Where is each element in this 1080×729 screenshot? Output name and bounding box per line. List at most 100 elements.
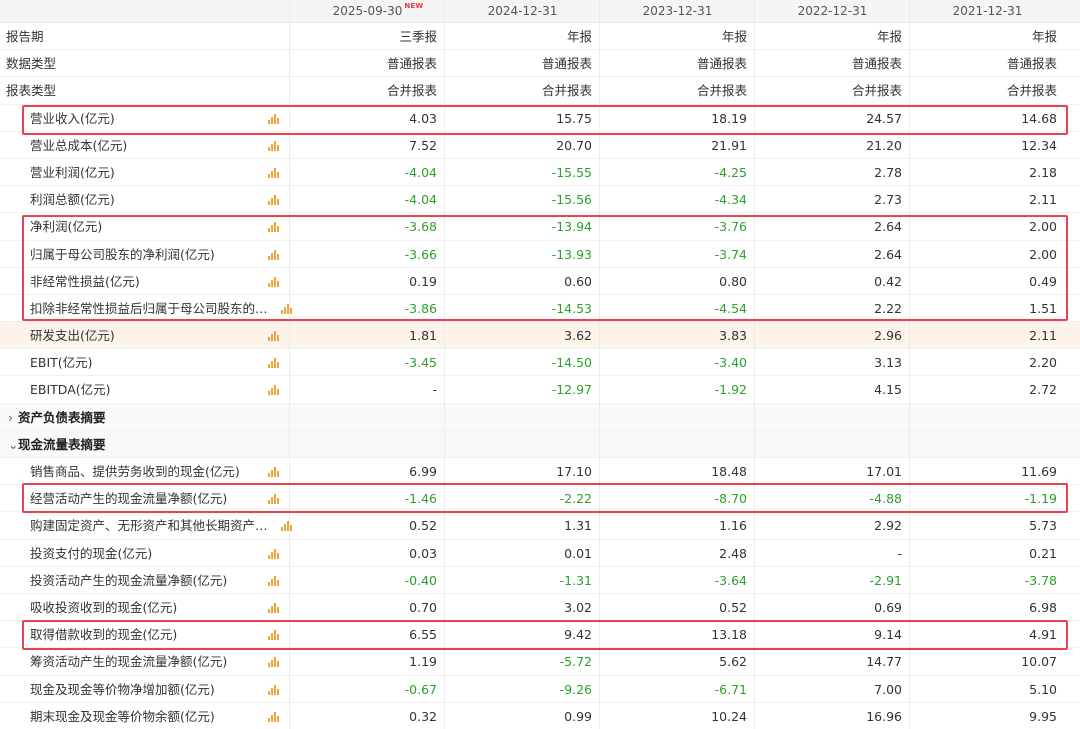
table-cell: 17.01 bbox=[866, 464, 902, 479]
table-row: 投资支付的现金(亿元) 0.03 0.01 2.48 - 0.21 bbox=[0, 540, 1080, 567]
table-cell: 21.20 bbox=[866, 137, 902, 153]
table-cell: -0.67 bbox=[404, 681, 437, 697]
bar-chart-icon[interactable] bbox=[268, 384, 280, 396]
table-cell: -3.74 bbox=[714, 246, 747, 262]
table-row: 营业利润(亿元) -4.04 -15.55 -4.25 2.78 2.18 bbox=[0, 159, 1080, 187]
table-cell: 10.24 bbox=[711, 708, 747, 724]
bar-chart-icon[interactable] bbox=[268, 276, 280, 287]
table-cell: 0.32 bbox=[409, 708, 437, 724]
row-label: 现金及现金等价物净增加额(亿元) bbox=[30, 681, 215, 697]
row-label: 营业收入(亿元) bbox=[30, 110, 115, 126]
table-cell: 合并报表 bbox=[851, 83, 902, 99]
chevron-right-icon[interactable]: › bbox=[8, 404, 18, 431]
column-divider bbox=[909, 0, 910, 729]
table-cell: -3.45 bbox=[404, 355, 437, 371]
table-cell: 0.60 bbox=[564, 273, 592, 289]
bar-chart-icon[interactable] bbox=[268, 167, 280, 178]
bar-chart-icon[interactable] bbox=[268, 629, 280, 641]
section-row[interactable]: ⌄现金流量表摘要 bbox=[0, 430, 1080, 458]
table-cell: -4.88 bbox=[869, 491, 902, 507]
bar-chart-icon[interactable] bbox=[268, 194, 280, 206]
bar-chart-icon[interactable] bbox=[268, 113, 280, 124]
table-cell: 2.11 bbox=[1029, 328, 1057, 344]
table-row: 扣除非经常性损益后归属于母公司股东的… -3.86 -14.53 -4.54 2.22 1… bbox=[0, 295, 1080, 323]
table-cell: 0.80 bbox=[719, 273, 747, 289]
table-row: 研发支出(亿元) 1.81 3.62 3.83 2.96 2.11 bbox=[0, 322, 1080, 350]
table-cell: 17.10 bbox=[556, 464, 592, 479]
table-cell: 合并报表 bbox=[386, 83, 437, 99]
row-label: 投资支付的现金(亿元) bbox=[30, 545, 153, 561]
table-cell: 7.00 bbox=[874, 681, 902, 697]
table-cell: 0.01 bbox=[564, 545, 592, 561]
bar-chart-icon[interactable] bbox=[268, 221, 280, 233]
table-cell: -1.19 bbox=[1024, 491, 1057, 507]
table-cell: 6.99 bbox=[409, 464, 437, 479]
table-row: 归属于母公司股东的净利润(亿元) -3.66 -13.93 -3.74 2.64 2.00 bbox=[0, 241, 1080, 268]
table-cell: 3.83 bbox=[719, 328, 747, 344]
table-cell: 2.72 bbox=[1029, 382, 1057, 398]
table-cell: 6.98 bbox=[1029, 599, 1057, 615]
table-cell: 普通报表 bbox=[386, 56, 437, 72]
table-row: 营业总成本(亿元) 7.52 20.70 21.91 21.20 12.34 bbox=[0, 132, 1080, 159]
table-cell: -8.70 bbox=[714, 491, 747, 507]
table-cell: 合并报表 bbox=[1006, 83, 1057, 99]
table-row: EBITDA(亿元) - -12.97 -1.92 4.15 2.72 bbox=[0, 376, 1080, 404]
table-row: EBIT(亿元) -3.45 -14.50 -3.40 3.13 2.20 bbox=[0, 349, 1080, 377]
bar-chart-icon[interactable] bbox=[268, 548, 280, 559]
bar-chart-icon[interactable] bbox=[268, 466, 280, 477]
table-cell: 1.51 bbox=[1029, 300, 1057, 316]
table-cell: 3.02 bbox=[564, 599, 592, 615]
bar-chart-icon[interactable] bbox=[268, 656, 280, 668]
table-cell: 16.96 bbox=[866, 708, 902, 724]
row-label: 经营活动产生的现金流量净额(亿元) bbox=[30, 491, 228, 507]
column-header-label: 2025-09-30 bbox=[332, 4, 403, 18]
table-cell: -13.93 bbox=[551, 246, 592, 262]
row-label: 扣除非经常性损益后归属于母公司股东的… bbox=[30, 300, 268, 316]
table-cell: 2.48 bbox=[719, 545, 747, 561]
table-cell: 1.31 bbox=[564, 518, 592, 534]
column-header-2[interactable]: 2023-12-31 bbox=[600, 0, 755, 23]
table-cell: 5.10 bbox=[1029, 681, 1057, 697]
table-cell: 5.62 bbox=[719, 654, 747, 670]
table-cell: 3.13 bbox=[874, 355, 902, 371]
bar-chart-icon[interactable] bbox=[268, 575, 280, 586]
bar-chart-icon[interactable] bbox=[268, 330, 280, 342]
table-cell: 年报 bbox=[721, 29, 747, 44]
bar-chart-icon[interactable] bbox=[268, 602, 280, 613]
table-cell: -2.22 bbox=[559, 491, 592, 507]
row-label: EBIT(亿元) bbox=[30, 355, 93, 371]
table-cell: 年报 bbox=[1031, 29, 1057, 44]
table-cell: 2.96 bbox=[874, 328, 902, 344]
table-cell: -3.78 bbox=[1024, 572, 1057, 588]
row-label: 取得借款收到的现金(亿元) bbox=[30, 627, 178, 643]
table-cell: -6.71 bbox=[714, 681, 747, 697]
bar-chart-icon[interactable] bbox=[268, 711, 280, 722]
new-badge: NEW bbox=[404, 2, 424, 10]
column-divider bbox=[444, 0, 445, 729]
table-cell: -12.97 bbox=[551, 382, 592, 398]
table-cell: -3.40 bbox=[714, 355, 747, 371]
table-cell: 3.62 bbox=[564, 328, 592, 344]
table-row: 经营活动产生的现金流量净额(亿元) -1.46 -2.22 -8.70 -4.88 -1.… bbox=[0, 485, 1080, 513]
table-row: 净利润(亿元) -3.68 -13.94 -3.76 2.64 2.00 bbox=[0, 213, 1080, 241]
table-cell: 20.70 bbox=[556, 137, 592, 153]
column-header-4[interactable]: 2021-12-31 bbox=[910, 0, 1065, 23]
chevron-down-icon[interactable]: ⌄ bbox=[8, 431, 18, 458]
section-row[interactable]: › 资产负债表摘要 bbox=[0, 403, 1080, 431]
table-cell: -15.56 bbox=[551, 192, 592, 208]
column-header-1[interactable]: 2024-12-31 bbox=[445, 0, 600, 23]
column-header-0[interactable]: 2025-09-30 NEW bbox=[290, 0, 445, 23]
table-row: 筹资活动产生的现金流量净额(亿元) 1.19 -5.72 5.62 14.77 10.07 bbox=[0, 648, 1080, 676]
bar-chart-icon[interactable] bbox=[268, 493, 280, 505]
table-cell: 0.42 bbox=[874, 273, 902, 289]
row-label: 投资活动产生的现金流量净额(亿元) bbox=[30, 572, 228, 588]
financial-summary-table: 报告期 三季报 年报 年报 年报 年报 数据类型 普通报表 普通报表 普通报表 普通报表 普通报表 报表… bbox=[0, 23, 1080, 729]
bar-chart-icon[interactable] bbox=[268, 357, 280, 369]
row-label: 利润总额(亿元) bbox=[30, 192, 115, 208]
table-cell: -4.54 bbox=[714, 300, 747, 316]
column-header-3[interactable]: 2022-12-31 bbox=[755, 0, 910, 23]
bar-chart-icon[interactable] bbox=[268, 249, 280, 260]
bar-chart-icon[interactable] bbox=[268, 684, 280, 695]
table-cell: 1.19 bbox=[409, 654, 437, 670]
bar-chart-icon[interactable] bbox=[268, 140, 280, 151]
